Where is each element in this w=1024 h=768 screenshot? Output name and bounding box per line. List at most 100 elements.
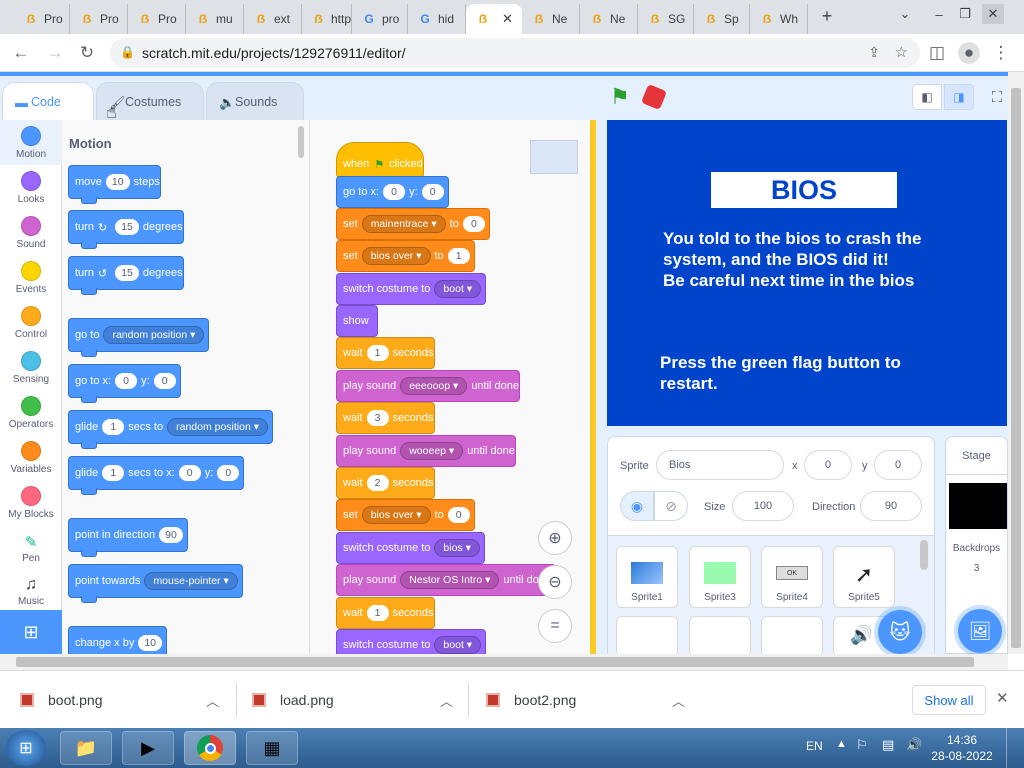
block-when-flag-clicked[interactable]: when ⚑ clicked — [336, 142, 424, 178]
back-arrow-icon[interactable]: ← — [10, 42, 32, 64]
fullscreen-icon[interactable]: ⛶ — [986, 86, 1008, 108]
download-item[interactable]: load.png ︿ — [252, 685, 453, 715]
block-switch-costume[interactable]: switch costume to boot — [336, 273, 487, 305]
block-point-towards[interactable]: point towards mouse-pointer — [68, 564, 243, 603]
language-indicator[interactable]: EN — [806, 739, 823, 753]
block-point-in-direction[interactable]: point in direction 90 — [68, 518, 188, 557]
browser-tab-active[interactable]: ẞ ✕ — [466, 4, 522, 34]
stop-button[interactable] — [640, 83, 668, 111]
browser-tab[interactable]: ẞ Pro — [128, 4, 186, 34]
browser-tab[interactable]: ẞ Sp — [694, 4, 750, 34]
chevron-up-icon[interactable]: ︿ — [206, 691, 219, 710]
block-go-to[interactable]: go to random position — [68, 318, 210, 357]
volume-icon[interactable]: 🔊 — [906, 737, 922, 753]
block-switch-costume[interactable]: switch costume to bios — [336, 532, 485, 564]
zoom-out-button[interactable]: ⊖ — [538, 565, 572, 599]
hide-sprite-eye-icon[interactable]: ⊘ — [654, 491, 688, 521]
block-move-steps[interactable]: move 10 steps — [68, 165, 161, 204]
browser-tab[interactable]: ẞ Wh — [750, 4, 808, 34]
profile-avatar-icon[interactable]: ● — [958, 42, 980, 64]
show-sprite-eye-icon[interactable]: ◉ — [620, 491, 654, 521]
browser-tab[interactable]: ẞ Pro — [70, 4, 128, 34]
sprite-y-input[interactable]: 0 — [874, 450, 922, 480]
show-all-downloads-button[interactable]: Show all — [912, 685, 986, 715]
restore-icon[interactable]: ❐ — [954, 4, 976, 24]
category-music[interactable]: ♫ Music — [0, 570, 62, 615]
zoom-in-button[interactable]: ⊕ — [538, 521, 572, 555]
block-set-variable[interactable]: setbios overto1 — [336, 240, 475, 272]
browser-tab[interactable]: ẞhttp — [302, 4, 352, 34]
block-play-sound[interactable]: play soundNestor OS Intrountil do — [336, 564, 556, 596]
horizontal-scroll-thumb[interactable] — [16, 657, 974, 667]
category-operators[interactable]: Operators — [0, 390, 62, 435]
show-desktop-button[interactable] — [1006, 728, 1024, 768]
chevron-up-icon[interactable]: ︿ — [440, 691, 453, 710]
browser-tab[interactable]: ẞ Ne — [522, 4, 580, 34]
category-pen[interactable]: ✎ Pen — [0, 525, 62, 570]
block-show[interactable]: show — [336, 305, 378, 337]
block-wait[interactable]: wait 1 seconds — [336, 597, 435, 629]
start-button-icon[interactable]: ⊞ — [6, 730, 46, 766]
sprite-name-input[interactable]: Bios — [656, 450, 784, 480]
category-variables[interactable]: Variables — [0, 435, 62, 480]
block-set-variable[interactable]: setbios overto0 — [336, 499, 475, 531]
network-icon[interactable]: ▤ — [882, 737, 894, 753]
sprite-thumbnail[interactable]: ➚ Sprite5 — [833, 546, 895, 608]
block-turn-left[interactable]: turn ↺ 15 degrees — [68, 256, 184, 295]
side-panel-icon[interactable]: ◫ — [926, 42, 948, 64]
media-player-taskbar-icon[interactable]: ▶ — [122, 731, 174, 765]
stage-target-panel[interactable]: Stage Backdrops 3 🖼 — [945, 436, 1008, 654]
tab-sounds[interactable]: 🔈 Sounds — [206, 82, 304, 120]
tray-arrow-icon[interactable]: ▲ — [836, 738, 847, 750]
sprite-thumbnail[interactable] — [616, 616, 678, 656]
block-go-to-xy[interactable]: go to x: 0 y: 0 — [336, 176, 449, 208]
block-wait[interactable]: wait 1 seconds — [336, 337, 435, 369]
browser-tab[interactable]: ẞ Pro — [14, 4, 70, 34]
control-panel-taskbar-icon[interactable]: ▦ — [246, 731, 298, 765]
browser-tab[interactable]: Ghid — [408, 4, 466, 34]
block-go-to-xy[interactable]: go to x: 0 y: 0 — [68, 364, 181, 403]
category-control[interactable]: Control — [0, 300, 62, 345]
category-events[interactable]: Events — [0, 255, 62, 300]
block-wait[interactable]: wait 3 seconds — [336, 402, 435, 434]
block-change-x[interactable]: change x by 10 — [68, 626, 168, 654]
sprite-thumbnail[interactable]: OK Sprite4 — [761, 546, 823, 608]
close-window-icon[interactable]: ✕ — [982, 4, 1004, 24]
large-stage-button[interactable]: ◨ — [944, 84, 974, 110]
block-play-sound[interactable]: play soundwooeepuntil done — [336, 435, 516, 467]
category-looks[interactable]: Looks — [0, 165, 62, 210]
sprite-thumbnail[interactable]: Sprite3 — [689, 546, 751, 608]
new-tab-plus-icon[interactable]: + — [816, 6, 838, 26]
download-item[interactable]: boot.png ︿ — [20, 685, 219, 715]
choose-sprite-button[interactable]: 🐱 — [878, 610, 922, 654]
block-play-sound[interactable]: play soundeeeooopuntil done — [336, 370, 521, 402]
add-extension-button[interactable]: ⊞ — [0, 610, 62, 654]
page-horizontal-scrollbar[interactable] — [0, 654, 1008, 670]
close-download-bar-icon[interactable]: ✕ — [996, 689, 1009, 707]
category-motion[interactable]: Motion — [0, 120, 62, 165]
block-turn-right[interactable]: turn ↻ 15 degrees — [68, 210, 184, 249]
sprite-x-input[interactable]: 0 — [804, 450, 852, 480]
url-bar[interactable]: 🔒 scratch.mit.edu/projects/129276911/edi… — [110, 38, 920, 68]
browser-tab[interactable]: ẞ Ne — [580, 4, 638, 34]
reload-icon[interactable]: ↻ — [76, 42, 98, 64]
vertical-scroll-thumb[interactable] — [1011, 88, 1021, 648]
bookmark-star-icon[interactable]: ☆ — [895, 43, 908, 61]
green-flag-button[interactable]: ⚑ — [610, 84, 630, 110]
browser-tab[interactable]: ẞmu — [186, 4, 244, 34]
browser-tab[interactable]: Gpro — [352, 4, 408, 34]
forward-arrow-icon[interactable]: → — [44, 42, 66, 64]
choose-backdrop-button[interactable]: 🖼 — [958, 609, 1002, 653]
block-set-variable[interactable]: setmainentraceto0 — [336, 208, 490, 240]
browser-tab[interactable]: ẞ SG — [638, 4, 694, 34]
page-vertical-scrollbar[interactable] — [1008, 72, 1024, 654]
sprite-thumbnail[interactable] — [761, 616, 823, 656]
category-sensing[interactable]: Sensing — [0, 345, 62, 390]
category-sound[interactable]: Sound — [0, 210, 62, 255]
sprite-size-input[interactable]: 100 — [732, 491, 794, 521]
share-icon[interactable]: ⇪ — [868, 44, 880, 61]
category-my-blocks[interactable]: My Blocks — [0, 480, 62, 525]
sprite-thumbnail[interactable] — [689, 616, 751, 656]
browser-tab[interactable]: ẞext — [244, 4, 302, 34]
palette-scrollbar[interactable] — [298, 126, 304, 158]
